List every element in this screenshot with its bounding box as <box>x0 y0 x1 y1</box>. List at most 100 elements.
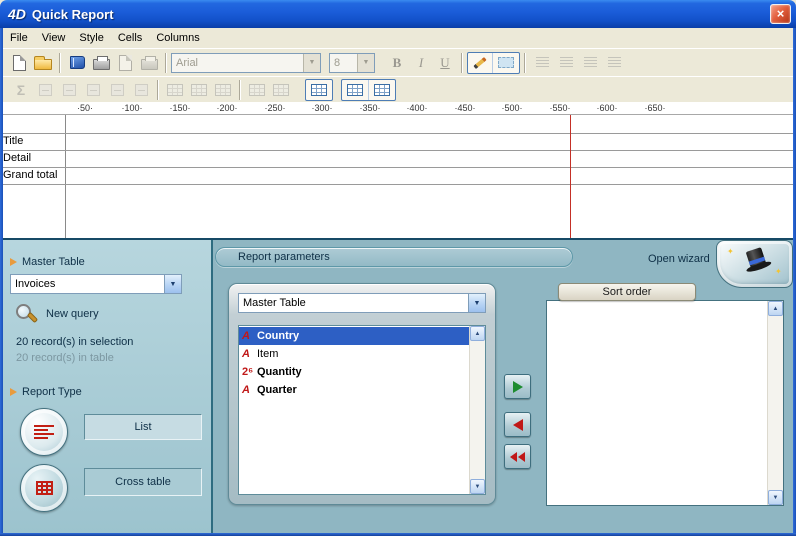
sort-order-header: Sort order <box>558 283 696 301</box>
new-query-label[interactable]: New query <box>46 308 99 320</box>
scroll-up-button[interactable]: ▲ <box>768 301 783 316</box>
report-type-label: Report Type <box>10 386 82 398</box>
report-design-area[interactable]: Title Detail Grand total <box>0 115 796 238</box>
tool-button-2[interactable] <box>57 79 81 101</box>
align-right-button[interactable] <box>578 52 602 74</box>
print-button[interactable] <box>89 52 113 74</box>
column-tool-button-3[interactable] <box>211 79 235 101</box>
new-query-button[interactable] <box>14 302 36 329</box>
tool-button-1[interactable] <box>33 79 57 101</box>
sum-button[interactable]: Σ <box>9 79 33 101</box>
cells-toolbar: Σ <box>3 76 793 102</box>
ruler-label: ·600· <box>596 103 617 113</box>
field-row-quarter[interactable]: A Quarter <box>239 381 469 399</box>
underline-button[interactable]: U <box>433 52 457 74</box>
double-arrow-left-icon <box>510 452 517 462</box>
add-field-button[interactable] <box>504 374 531 399</box>
arrow-left-icon <box>513 419 523 431</box>
ruler-label: ·200· <box>216 103 237 113</box>
open-wizard-label: Open wizard <box>648 253 710 265</box>
column-tool-button-2[interactable] <box>187 79 211 101</box>
menu-cells[interactable]: Cells <box>111 30 149 46</box>
close-button[interactable]: × <box>770 4 791 24</box>
labels-button[interactable] <box>137 52 161 74</box>
row-divider <box>0 184 796 185</box>
ruler-label: ·400· <box>406 103 427 113</box>
fields-scrollbar[interactable]: ▲ ▼ <box>469 326 485 494</box>
fill-color-button[interactable] <box>492 53 519 73</box>
font-combobox[interactable]: Arial ▼ <box>171 53 321 73</box>
title-bar: 4D Quick Report × <box>0 0 796 28</box>
preview-icon <box>119 55 132 71</box>
separator <box>239 80 241 100</box>
menu-style[interactable]: Style <box>72 30 110 46</box>
row-header-grand-total[interactable]: Grand total <box>3 169 57 181</box>
cross-table-button[interactable] <box>20 464 68 512</box>
field-row-country[interactable]: A Country <box>239 327 469 345</box>
chevron-down-icon: ▼ <box>164 275 181 293</box>
scroll-down-button[interactable]: ▼ <box>768 490 783 505</box>
cross-table-label[interactable]: Cross table <box>84 468 202 496</box>
window-frame <box>0 28 3 536</box>
list-report-icon <box>34 425 54 439</box>
printer-icon <box>93 59 110 70</box>
align-left-icon <box>536 57 549 68</box>
field-row-item[interactable]: A Item <box>239 345 469 363</box>
row-divider <box>0 150 796 151</box>
new-document-button[interactable] <box>7 52 31 74</box>
report-parameters-header: Report parameters <box>215 247 573 267</box>
grid-toggle-button-1[interactable] <box>305 79 333 101</box>
align-center-button[interactable] <box>554 52 578 74</box>
field-name: Quarter <box>257 384 297 396</box>
row-header-detail[interactable]: Detail <box>3 152 31 164</box>
cell-op-icon <box>87 84 100 96</box>
ruler-label: ·450· <box>454 103 475 113</box>
align-left-button[interactable] <box>530 52 554 74</box>
tool-button-4[interactable] <box>105 79 129 101</box>
open-wizard-button[interactable]: ✦ ✦ <box>716 240 793 288</box>
field-row-quantity[interactable]: 2⁶ Quantity <box>239 363 469 381</box>
align-justify-button[interactable] <box>602 52 626 74</box>
tool-button-3[interactable] <box>81 79 105 101</box>
bold-button[interactable]: B <box>385 52 409 74</box>
font-size-combobox[interactable]: 8 ▼ <box>329 53 375 73</box>
menu-view[interactable]: View <box>35 30 73 46</box>
arrow-bullet-icon <box>10 388 17 396</box>
list-report-label[interactable]: List <box>84 414 202 440</box>
4d-logo-icon: 4D <box>8 6 26 22</box>
column-tool-button-1[interactable] <box>163 79 187 101</box>
italic-button[interactable]: I <box>409 52 433 74</box>
separator <box>165 53 167 73</box>
menu-columns[interactable]: Columns <box>149 30 206 46</box>
menu-file[interactable]: File <box>3 30 35 46</box>
ruler-label: ·150· <box>169 103 190 113</box>
column-tool-button-5[interactable] <box>269 79 293 101</box>
italic-icon: I <box>419 55 423 71</box>
tool-button-5[interactable] <box>129 79 153 101</box>
quick-report-window: 4D Quick Report × File View Style Cells … <box>0 0 796 536</box>
row-header-title[interactable]: Title <box>3 135 23 147</box>
master-table-combobox[interactable]: Invoices ▼ <box>10 274 182 294</box>
ruler-label: ·550· <box>549 103 570 113</box>
remove-field-button[interactable] <box>504 412 531 437</box>
wizard-panel: Master Table Invoices ▼ New query 20 rec… <box>0 238 796 536</box>
list-report-button[interactable] <box>20 408 68 456</box>
grid-toggle-button-2[interactable] <box>341 79 396 101</box>
arrow-bullet-icon <box>10 258 17 266</box>
fields-table-combobox[interactable]: Master Table ▼ <box>238 293 486 313</box>
open-button[interactable] <box>31 52 55 74</box>
arrow-right-icon <box>513 381 523 393</box>
sort-order-list[interactable]: ▲ ▼ <box>546 300 784 506</box>
book-button[interactable] <box>65 52 89 74</box>
separator <box>157 80 159 100</box>
column-tool-button-4[interactable] <box>245 79 269 101</box>
remove-all-fields-button[interactable] <box>504 444 531 469</box>
format-toolbar: Arial ▼ 8 ▼ B I U <box>3 48 793 76</box>
column-grid-icon <box>215 84 231 96</box>
sort-scrollbar[interactable]: ▲ ▼ <box>767 301 783 505</box>
column-grid-icon <box>273 84 289 96</box>
preview-button[interactable] <box>113 52 137 74</box>
scroll-down-button[interactable]: ▼ <box>470 479 485 494</box>
scroll-up-button[interactable]: ▲ <box>470 326 485 341</box>
pen-button[interactable] <box>468 53 492 73</box>
